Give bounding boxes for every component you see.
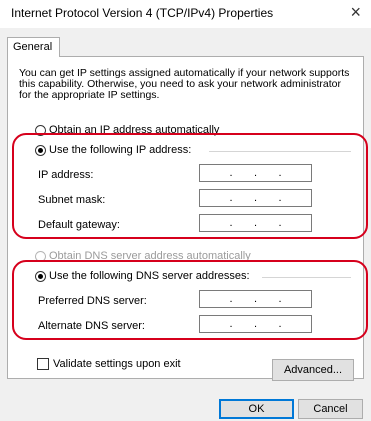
ip-highlight-box <box>12 133 368 239</box>
tab-general[interactable]: General <box>7 37 60 57</box>
cancel-button[interactable]: Cancel <box>298 399 363 419</box>
validate-settings-checkbox[interactable]: Validate settings upon exit <box>37 358 181 370</box>
dialog-body: General You can get IP settings assigned… <box>0 28 371 421</box>
checkbox-icon <box>37 358 49 370</box>
description-text: You can get IP settings assigned automat… <box>19 67 350 101</box>
title-bar: Internet Protocol Version 4 (TCP/IPv4) P… <box>0 0 371 28</box>
close-icon[interactable]: × <box>350 2 361 22</box>
advanced-button[interactable]: Advanced... <box>272 359 354 381</box>
dns-highlight-box <box>12 260 368 340</box>
validate-settings-label: Validate settings upon exit <box>53 358 181 370</box>
window-title: Internet Protocol Version 4 (TCP/IPv4) P… <box>11 6 274 20</box>
ok-button[interactable]: OK <box>219 399 294 419</box>
